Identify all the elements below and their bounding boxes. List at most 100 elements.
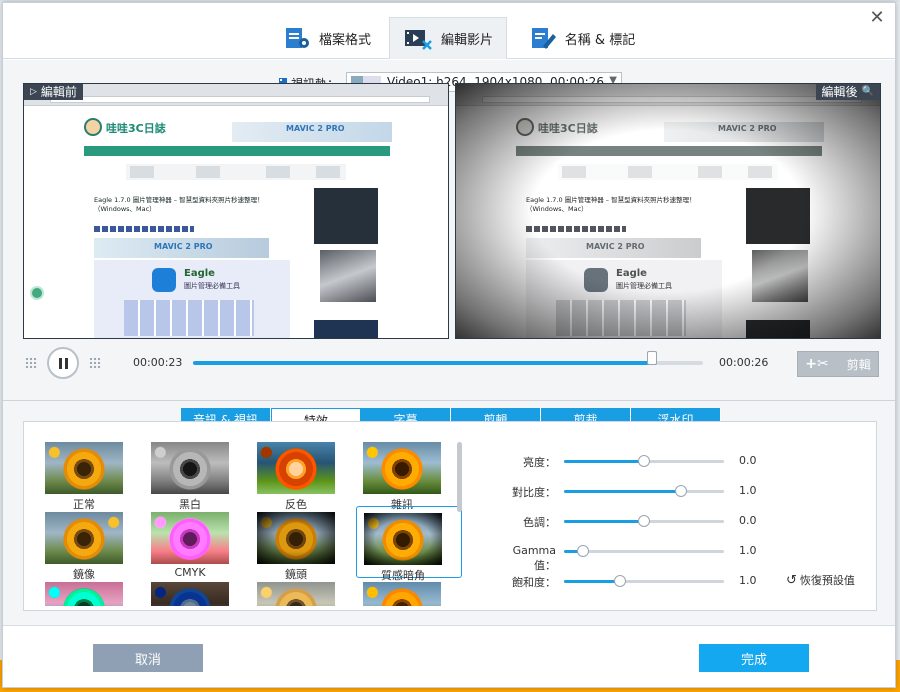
video-edit-dialog: 檔案格式 編輯影片 名稱 & 標記 ✕ 視訊軌： Video1: h264,: [2, 2, 896, 688]
sunflower-image: [151, 512, 229, 564]
effect-thumbnail: [257, 512, 335, 564]
sunflower-image: [151, 582, 229, 606]
effect-thumbnail: [363, 442, 441, 494]
banner-ad-text: MAVIC 2 PRO: [286, 124, 345, 133]
tab-edit-video[interactable]: 編輯影片: [389, 17, 507, 59]
timeline-slider[interactable]: [193, 351, 703, 365]
cut-button[interactable]: +✂ 剪輯: [797, 351, 879, 377]
adjustment-value: 1.0: [739, 544, 757, 557]
adjustment-label: 對比度：: [512, 486, 556, 499]
after-tag: 編輯後 🔍: [815, 84, 880, 100]
done-button[interactable]: 完成: [699, 644, 809, 672]
eagle-title: Eagle: [184, 268, 215, 279]
effect-item[interactable]: 反色: [250, 436, 356, 511]
effect-thumbnail-partial[interactable]: [151, 582, 229, 606]
sunflower-image: [363, 442, 441, 494]
adjustment-label: Gamma值：: [512, 544, 556, 572]
eagle-banner: Eagle 圖片管理必備工具: [94, 260, 290, 338]
effect-item[interactable]: 黑白: [144, 436, 250, 511]
tab-rename-tag-label: 名稱 & 標記: [564, 32, 636, 48]
adjustment-slider[interactable]: [564, 575, 724, 587]
effect-label: 鏡像: [73, 568, 95, 581]
eagle-logo-icon: [152, 268, 176, 292]
effect-label: 鏡頭: [285, 568, 307, 581]
total-time: 00:00:26: [719, 356, 769, 369]
app-stage: 檔案格式 編輯影片 名稱 & 標記 ✕ 視訊軌： Video1: h264,: [0, 0, 900, 692]
sidebar-ad: [314, 188, 378, 244]
adjustment-slider[interactable]: [564, 485, 724, 497]
sunflower-image: [151, 442, 229, 494]
cut-icon: +✂: [805, 356, 829, 372]
adjustment-slider-handle[interactable]: [577, 545, 590, 557]
sunflower-image: [363, 582, 441, 606]
before-tag: ▷ 編輯前: [24, 84, 83, 100]
current-time: 00:00:23: [133, 356, 183, 369]
effect-thumbnail: [45, 512, 123, 564]
floating-chat-icon: [30, 286, 44, 300]
site-article: Eagle 1.7.0 圖片管理神器 – 智慧型資料夾照片秒速整理！（Windo…: [84, 188, 294, 338]
effect-thumbnail: [257, 442, 335, 494]
effect-thumbnail-partial[interactable]: [45, 582, 123, 606]
zoom-icon[interactable]: 🔍: [862, 84, 874, 100]
effect-item[interactable]: 質感暗角: [356, 506, 462, 582]
pause-button[interactable]: [47, 347, 79, 379]
eagle-subtitle: 圖片管理必備工具: [184, 282, 240, 290]
effect-item[interactable]: 正常: [38, 436, 144, 511]
effect-thumbnail-partial[interactable]: [257, 582, 335, 606]
preview-before: ▷ 編輯前 哇哇3C日誌 MAVIC 2 PRO Eagle 1.7.0 圖片管…: [23, 83, 449, 339]
effect-item[interactable]: 雜訊: [356, 436, 462, 511]
sidebar-image-2: [314, 320, 378, 338]
effects-scrollbar[interactable]: [457, 442, 462, 512]
adjustment-slider-handle[interactable]: [674, 485, 687, 497]
site-banner-ad: MAVIC 2 PRO: [232, 122, 392, 142]
effect-thumbnail-partial[interactable]: [363, 582, 441, 606]
effect-thumbnail: [364, 513, 442, 565]
reset-defaults-button[interactable]: ↺ 恢復預設值: [786, 572, 855, 588]
timeline-handle[interactable]: [647, 351, 657, 365]
frame-forward-icon[interactable]: [89, 357, 101, 369]
adjustment-slider[interactable]: [564, 545, 724, 557]
site-ad-row: [126, 164, 346, 180]
adjustment-value: 1.0: [739, 484, 757, 497]
tab-file-format[interactable]: 檔案格式: [271, 17, 383, 59]
dialog-footer: 取消 完成: [3, 625, 895, 687]
reset-defaults-label: 恢復預設值: [799, 574, 855, 587]
article-title: Eagle 1.7.0 圖片管理神器 – 智慧型資料夾照片秒速整理！（Windo…: [94, 196, 264, 213]
edit-panel: 音訊 & 視訊特效字幕剪輯剪裁浮水印 正常黑白反色雜訊鏡像CMYK鏡頭質感暗角 …: [3, 401, 895, 625]
cancel-button[interactable]: 取消: [93, 644, 203, 672]
sunflower-image: [45, 582, 123, 606]
effect-item[interactable]: 鏡頭: [250, 506, 356, 581]
vignette-overlay: [456, 84, 880, 338]
effect-item[interactable]: 鏡像: [38, 506, 144, 581]
adjustment-slider-fill: [564, 580, 620, 583]
adjustment-slider[interactable]: [564, 515, 724, 527]
sunflower-image: [257, 442, 335, 494]
adjustment-value: 0.0: [739, 514, 757, 527]
browser-address-bar: [50, 96, 430, 103]
frame-back-icon[interactable]: [25, 357, 37, 369]
rename-tag-icon: [531, 28, 556, 49]
sunflower-image: [45, 512, 123, 564]
after-tag-label: 編輯後: [821, 85, 858, 99]
adjustment-slider[interactable]: [564, 455, 724, 467]
eagle-screenshot: [124, 300, 254, 336]
playback-controls: 00:00:23 00:00:26 +✂ 剪輯: [3, 347, 895, 387]
timeline-progress: [193, 361, 652, 365]
tab-file-format-label: 檔案格式: [318, 32, 371, 48]
tab-rename-tag[interactable]: 名稱 & 標記: [523, 17, 641, 59]
effect-label: 質感暗角: [381, 569, 425, 582]
adjustment-slider-handle[interactable]: [638, 515, 650, 527]
edit-video-icon: [404, 29, 432, 50]
browser-chrome: [24, 84, 448, 106]
effect-item[interactable]: CMYK: [144, 506, 250, 579]
adjustment-label: 亮度：: [523, 456, 556, 469]
adjustment-slider-handle[interactable]: [638, 455, 650, 467]
adjustment-slider-handle[interactable]: [614, 575, 626, 587]
sidebar-image: [320, 250, 376, 302]
before-tag-label: 編輯前: [40, 85, 77, 99]
top-tab-bar: 檔案格式 編輯影片 名稱 & 標記 ✕: [3, 3, 895, 59]
effect-thumbnail: [45, 442, 123, 494]
close-icon[interactable]: ✕: [867, 8, 887, 28]
adjustment-label: 飽和度：: [512, 576, 556, 589]
adjustment-row: 色調： 0.0: [494, 512, 874, 532]
